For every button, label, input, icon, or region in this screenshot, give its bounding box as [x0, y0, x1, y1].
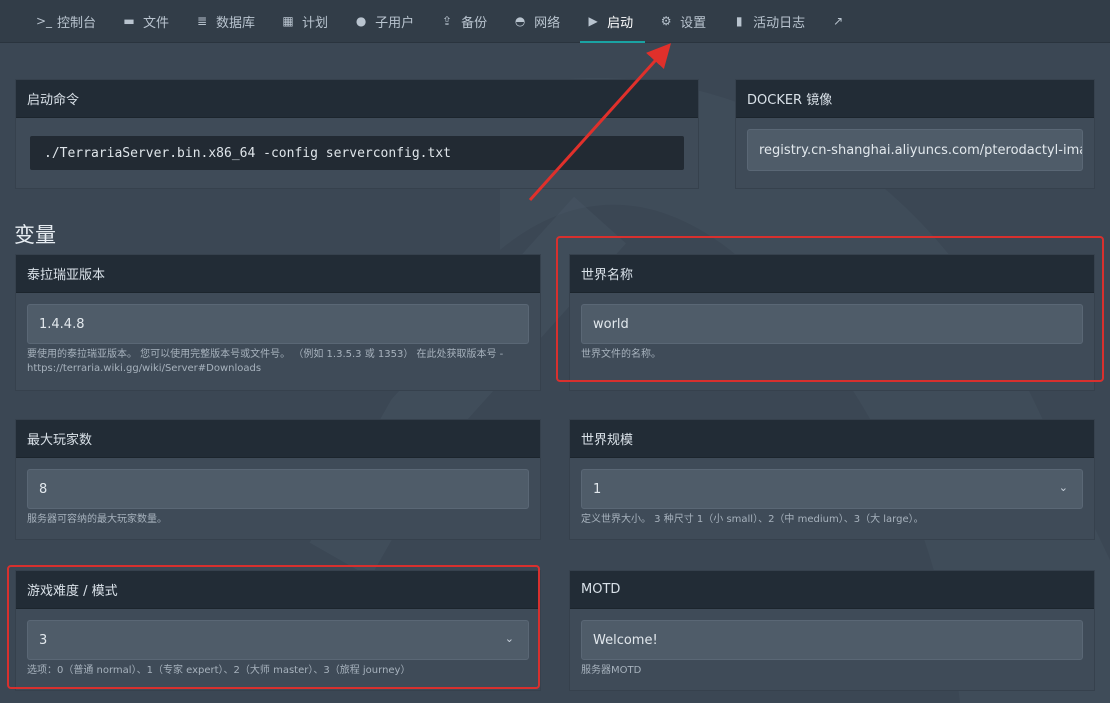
terminal-icon: >_: [36, 14, 53, 28]
difficulty-help: 选项：0（普通 normal）、1（专家 expert）、2（大师 master…: [27, 665, 411, 676]
nav-item-label: 网络: [534, 15, 561, 31]
variable-world-name-panel: 世界名称 world 世界文件的名称。: [569, 254, 1095, 391]
world-name-input[interactable]: world: [581, 304, 1083, 344]
world-size-value: 1: [593, 481, 602, 497]
calendar-icon: ▦: [282, 14, 294, 28]
startup-command-text: ./TerrariaServer.bin.x86_64 -config serv…: [30, 136, 684, 170]
external-link-icon: ↗: [833, 14, 844, 28]
nav-item-label: 活动日志: [753, 15, 806, 31]
variable-version-panel: 泰拉瑞亚版本 1.4.4.8 要使用的泰拉瑞亚版本。 您可以使用完整版本号或文件…: [15, 254, 541, 391]
variable-max-players-title: 最大玩家数: [16, 420, 540, 458]
nav-item-external-link[interactable]: ↗: [821, 0, 861, 43]
version-input[interactable]: 1.4.4.8: [27, 304, 529, 344]
nav-item-play-circle[interactable]: ▶ 启动: [576, 0, 649, 43]
nav-item-gears[interactable]: ⚙ 设置: [649, 0, 722, 43]
folder-icon: ▬: [123, 14, 135, 28]
variable-version-title: 泰拉瑞亚版本: [16, 255, 540, 293]
version-help: 要使用的泰拉瑞亚版本。 您可以使用完整版本号或文件号。 （例如 1.3.5.3 …: [27, 349, 504, 374]
nav-item-label: 子用户: [375, 15, 415, 31]
nav-item-upload[interactable]: ⇪ 备份: [430, 0, 503, 43]
nav-item-calendar[interactable]: ▦ 计划: [271, 0, 344, 43]
variable-difficulty-title: 游戏难度 / 模式: [16, 571, 540, 609]
nav-item-label: 文件: [143, 15, 170, 31]
startup-command-panel: 启动命令 ./TerrariaServer.bin.x86_64 -config…: [15, 79, 699, 189]
variable-world-size-panel: 世界规模 1 ⌄ 定义世界大小。 3 种尺寸 1（小 small）、2（中 me…: [569, 419, 1095, 540]
variables-heading: 变量: [14, 223, 56, 247]
variable-motd-panel: MOTD Welcome! 服务器MOTD: [569, 570, 1095, 691]
nav-item-terminal[interactable]: >_ 控制台: [26, 0, 112, 43]
variable-world-size-title: 世界规模: [570, 420, 1094, 458]
max-players-help: 服务器可容纳的最大玩家数量。: [27, 514, 167, 525]
chevron-down-icon: ⌄: [1058, 481, 1068, 494]
variable-world-name-title: 世界名称: [570, 255, 1094, 293]
world-name-help: 世界文件的名称。: [581, 349, 661, 360]
motd-help: 服务器MOTD: [581, 665, 642, 676]
world-size-help: 定义世界大小。 3 种尺寸 1（小 small）、2（中 medium）、3（大…: [581, 514, 924, 525]
variable-difficulty-panel: 游戏难度 / 模式 3 ⌄ 选项：0（普通 normal）、1（专家 exper…: [15, 570, 541, 691]
world-size-select[interactable]: 1 ⌄: [581, 469, 1083, 509]
chevron-down-icon: ⌄: [504, 632, 514, 645]
difficulty-select[interactable]: 3 ⌄: [27, 620, 529, 660]
nav-item-folder[interactable]: ▬ 文件: [112, 0, 185, 43]
nav-item-users[interactable]: ● 子用户: [344, 0, 430, 43]
nav-item-label: 启动: [607, 15, 634, 31]
startup-command-title: 启动命令: [16, 80, 698, 118]
network-icon: ◓: [514, 14, 526, 28]
max-players-input[interactable]: 8: [27, 469, 529, 509]
nav-item-label: 控制台: [57, 15, 97, 31]
server-nav: >_ 控制台 ▬ 文件 ≣ 数据库 ▦ 计划 ● 子用户 ⇪ 备份 ◓ 网络 ▶ 启动 ⚙ 设置 ▮ 活动日志 ↗: [0, 0, 1110, 43]
database-icon: ≣: [197, 14, 208, 28]
variable-max-players-panel: 最大玩家数 8 服务器可容纳的最大玩家数量。: [15, 419, 541, 540]
play-circle-icon: ▶: [588, 14, 598, 28]
difficulty-value: 3: [39, 632, 48, 648]
motd-input[interactable]: Welcome!: [581, 620, 1083, 660]
book-icon: ▮: [735, 14, 743, 28]
docker-image-panel: DOCKER 镜像 registry.cn-shanghai.aliyuncs.…: [735, 79, 1095, 189]
nav-item-label: 计划: [302, 15, 329, 31]
upload-icon: ⇪: [442, 14, 453, 28]
variable-motd-title: MOTD: [570, 571, 1094, 609]
nav-item-label: 数据库: [216, 15, 256, 31]
nav-item-label: 备份: [461, 15, 488, 31]
nav-item-network[interactable]: ◓ 网络: [503, 0, 576, 43]
gears-icon: ⚙: [660, 14, 672, 28]
nav-item-label: 设置: [680, 15, 707, 31]
nav-item-database[interactable]: ≣ 数据库: [185, 0, 271, 43]
users-icon: ●: [355, 14, 367, 28]
nav-item-book[interactable]: ▮ 活动日志: [722, 0, 821, 43]
docker-image-title: DOCKER 镜像: [736, 80, 1094, 118]
docker-image-select[interactable]: registry.cn-shanghai.aliyuncs.com/pterod…: [747, 129, 1083, 171]
